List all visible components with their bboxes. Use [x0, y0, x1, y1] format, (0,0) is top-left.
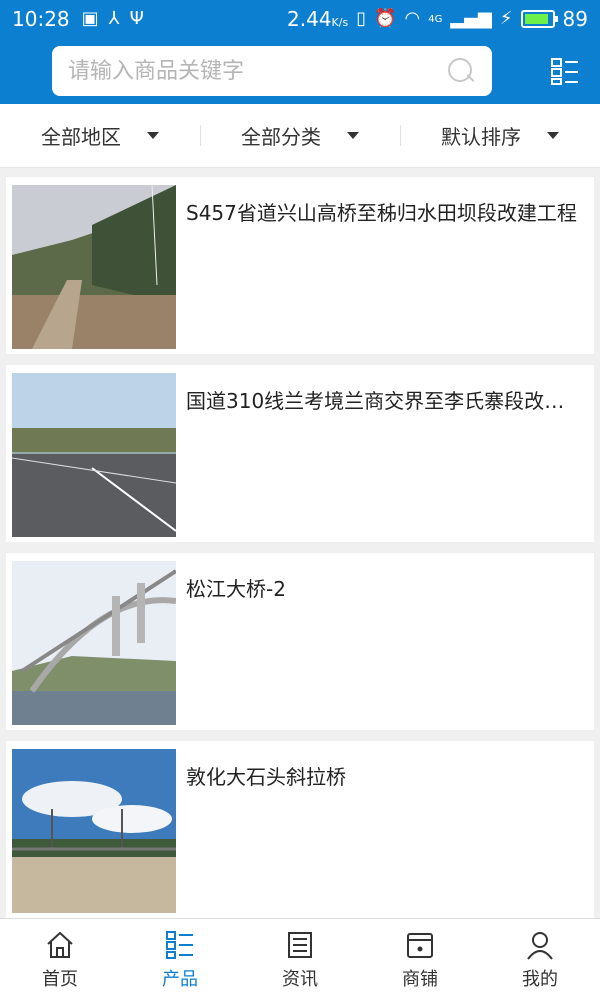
grid-list-icon	[166, 930, 193, 959]
usb-icon: Ψ	[129, 8, 144, 29]
image-icon: ▣	[81, 8, 99, 29]
tab-news[interactable]: 资讯	[240, 919, 360, 1000]
search-icon[interactable]	[446, 56, 476, 86]
highway-photo	[12, 373, 176, 537]
tab-me[interactable]: 我的	[480, 919, 600, 1000]
product-card[interactable]: 国道310线兰考境兰商交界至李氏寨段改建工程	[6, 365, 594, 542]
caret-down-icon	[347, 132, 359, 139]
filter-label: 默认排序	[441, 125, 521, 149]
search-box[interactable]	[52, 46, 492, 96]
tab-label: 产品	[162, 968, 198, 990]
tab-stores[interactable]: 商铺	[360, 919, 480, 1000]
product-image	[12, 561, 176, 725]
arch-bridge-photo	[12, 561, 176, 725]
product-image	[12, 749, 176, 913]
filter-category[interactable]: 全部分类	[200, 121, 400, 150]
mountain-road-photo	[12, 185, 176, 349]
product-card[interactable]: 松江大桥-2	[6, 553, 594, 730]
product-list: S457省道兴山高桥至秭归水田坝段改建工程 国道310线兰考境兰商交界至李氏寨段…	[0, 168, 600, 918]
tab-home[interactable]: 首页	[0, 919, 120, 1000]
tab-label: 资讯	[282, 968, 318, 990]
signal-icon: ▂▄▆	[450, 8, 492, 29]
battery-icon	[520, 10, 558, 28]
filter-bar: 全部地区 全部分类 默认排序	[0, 104, 600, 168]
product-title: S457省道兴山高桥至秭归水田坝段改建工程	[186, 201, 577, 225]
product-title: 松江大桥-2	[186, 577, 286, 601]
home-icon	[47, 931, 73, 958]
filter-label: 全部分类	[241, 125, 321, 149]
caret-down-icon	[547, 132, 559, 139]
app-header	[0, 38, 600, 104]
charging-icon: ⚡	[499, 8, 513, 29]
vibrate-icon: ▯	[356, 8, 367, 29]
wifi-icon: ◠	[404, 8, 421, 29]
product-image	[12, 373, 176, 537]
network-speed: 2.44K/s	[287, 7, 349, 31]
cable-stayed-bridge-photo	[12, 749, 176, 913]
share-icon: ⅄	[108, 8, 120, 29]
network-type: 4G	[428, 13, 443, 25]
search-input[interactable]	[68, 58, 446, 84]
product-title: 敦化大石头斜拉桥	[186, 765, 346, 789]
product-card[interactable]: S457省道兴山高桥至秭归水田坝段改建工程	[6, 177, 594, 354]
tab-products[interactable]: 产品	[120, 919, 240, 1000]
store-icon	[407, 932, 433, 958]
tab-label: 首页	[42, 968, 78, 990]
filter-sort[interactable]: 默认排序	[400, 121, 600, 150]
news-icon	[288, 931, 312, 958]
user-icon	[527, 931, 553, 960]
tab-label: 我的	[522, 968, 558, 990]
product-title: 国道310线兰考境兰商交界至李氏寨段改建工程	[186, 389, 578, 413]
tab-label: 商铺	[402, 968, 438, 990]
battery-percent: 89	[562, 7, 588, 31]
filter-label: 全部地区	[41, 125, 121, 149]
list-menu-icon[interactable]	[550, 56, 580, 86]
clock: 10:28	[12, 7, 70, 31]
bottom-tab-bar: 首页 产品 资讯 商铺 我的	[0, 918, 600, 1000]
alarm-icon: ⏰	[374, 8, 397, 29]
status-bar: 10:28 ▣ ⅄ Ψ 2.44K/s ▯ ⏰ ◠ 4G ▂▄▆ ⚡ 89	[0, 0, 600, 38]
product-card[interactable]: 敦化大石头斜拉桥	[6, 741, 594, 918]
filter-region[interactable]: 全部地区	[0, 121, 200, 150]
product-image	[12, 185, 176, 349]
caret-down-icon	[147, 132, 159, 139]
